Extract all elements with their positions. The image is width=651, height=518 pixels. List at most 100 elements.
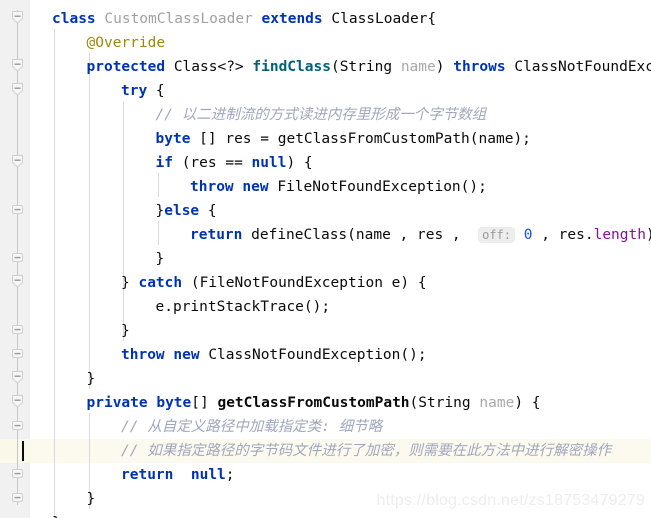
code-token-kw: throw: [121, 347, 165, 363]
fold-marker-catch-end[interactable]: [10, 322, 25, 337]
code-token-comment: // 以二进制流的方式读进内存里形成一个字节数组: [155, 107, 487, 123]
code-token-plain: ();: [400, 347, 427, 363]
code-token-comment: // 如果指定路径的字节码文件进行了加密，则需要在此方法中进行解密操作: [121, 443, 612, 459]
code-token-cls: FileNotFoundException: [199, 275, 383, 291]
code-token-plain: }: [86, 491, 96, 507]
fold-marker-class-end[interactable]: [10, 490, 25, 505]
fold-marker-method-end[interactable]: [10, 346, 25, 361]
code-line[interactable]: private byte[] getClassFromCustomPath(St…: [31, 391, 651, 415]
fold-marker-method-getclass[interactable]: [10, 370, 25, 385]
code-token-plain: ) {: [514, 395, 541, 411]
code-token-kw: null: [190, 467, 226, 483]
code-line[interactable]: protected Class<?> findClass(String name…: [31, 55, 651, 79]
code-token-kw: private: [86, 395, 148, 411]
code-line[interactable]: return null;: [31, 463, 651, 487]
code-token-plain: ): [435, 59, 454, 75]
code-token-plain: (name);: [469, 131, 531, 147]
code-line[interactable]: byte [] res = getClassFromCustomPath(nam…: [31, 127, 651, 151]
inlay-hint-value: 0: [515, 227, 533, 243]
fold-marker-return-block[interactable]: [10, 466, 25, 481]
code-token-mcall: defineClass: [251, 227, 348, 243]
fold-marker-block-end[interactable]: [10, 250, 25, 265]
fold-marker-comment-block[interactable]: [10, 394, 25, 409]
code-token-kw: else: [164, 203, 200, 219]
code-line[interactable]: }: [31, 511, 651, 518]
code-token-kw: return: [190, 227, 243, 243]
code-token-cls: ClassNotFoundException: [208, 347, 401, 363]
code-token-kw: class: [52, 11, 96, 27]
code-token-plain: }: [121, 323, 130, 339]
inlay-hint-label: off:: [478, 227, 516, 243]
code-line[interactable]: return defineClass(name , res , off: 0 ,…: [31, 223, 651, 247]
code-token-plain: (: [182, 275, 200, 291]
code-token-param: name: [400, 59, 436, 75]
code-text-area[interactable]: class CustomClassLoader extends ClassLoa…: [31, 0, 651, 518]
code-token-plain: }: [86, 371, 96, 387]
code-token-cls: ClassLoader: [331, 11, 428, 27]
code-token-kw: throws: [453, 59, 506, 75]
code-token-mcall: printStackTrace: [172, 299, 304, 315]
fold-marker-else[interactable]: [10, 202, 25, 217]
code-token-kw: return: [121, 467, 174, 483]
code-line[interactable]: e.printStackTrace();: [31, 295, 651, 319]
code-token-kw: new: [242, 179, 269, 195]
code-token-kw: catch: [138, 275, 183, 291]
csdn-watermark: https://blog.csdn.net/zs18753479279: [376, 492, 645, 509]
fold-marker-try[interactable]: [10, 82, 25, 97]
inlay-parameter-hint: off: 0: [478, 227, 532, 243]
code-token-plain: e) {: [382, 275, 427, 291]
text-caret: [22, 441, 24, 461]
code-token-plain: (: [330, 59, 340, 75]
code-editor[interactable]: class CustomClassLoader extends ClassLoa…: [0, 0, 651, 518]
code-token-plain: ;: [225, 467, 235, 483]
fold-marker-if[interactable]: [10, 154, 25, 169]
code-line[interactable]: }: [31, 319, 651, 343]
code-line[interactable]: throw new FileNotFoundException();: [31, 175, 651, 199]
code-token-kw: new: [173, 347, 200, 363]
code-line[interactable]: }else {: [31, 199, 651, 223]
code-line[interactable]: try {: [31, 79, 651, 103]
code-token-field: length: [593, 227, 646, 243]
code-token-plain: }: [155, 203, 165, 219]
fold-marker-method-findclass[interactable]: [10, 58, 25, 73]
code-line[interactable]: } catch (FileNotFoundException e) {: [31, 271, 651, 295]
code-token-plain: {: [427, 11, 437, 27]
code-token-plain: }: [155, 251, 165, 267]
code-line[interactable]: @Override: [31, 31, 651, 55]
code-token-kw: try: [121, 83, 148, 99]
code-line[interactable]: // 以二进制流的方式读进内存里形成一个字节数组: [31, 103, 651, 127]
code-token-kw: protected: [86, 59, 166, 75]
code-token-plain: );: [646, 227, 651, 243]
code-line[interactable]: // 如果指定路径的字节码文件进行了加密，则需要在此方法中进行解密操作: [31, 439, 651, 463]
code-line[interactable]: if (res == null) {: [31, 151, 651, 175]
code-token-plain: (name , res ,: [347, 227, 479, 243]
code-token-kw: byte: [155, 131, 191, 147]
code-line[interactable]: throw new ClassNotFoundException();: [31, 343, 651, 367]
code-line[interactable]: }: [31, 247, 651, 271]
current-line-gutter-highlight: [0, 439, 31, 463]
code-token-plain: ) {: [286, 155, 313, 171]
code-line[interactable]: }: [31, 367, 651, 391]
fold-marker-catch[interactable]: [10, 274, 25, 289]
code-token-plain: }: [121, 275, 139, 291]
code-token-kw: extends: [261, 11, 323, 27]
code-line[interactable]: class CustomClassLoader extends ClassLoa…: [31, 7, 651, 31]
code-token-plain: {: [147, 83, 165, 99]
code-token-cls: String: [418, 395, 471, 411]
fold-marker-current-line[interactable]: [10, 418, 25, 433]
fold-marker-class[interactable]: [10, 10, 25, 25]
code-token-kw: byte: [156, 395, 192, 411]
code-token-cls: Class<?>: [173, 59, 244, 75]
code-token-plain: e.: [155, 299, 173, 315]
code-token-plain: ();: [303, 299, 331, 315]
code-line[interactable]: // 从自定义路径中加载指定类: 细节略: [31, 415, 651, 439]
code-token-plain: ();: [460, 179, 487, 195]
code-token-kw: null: [251, 155, 287, 171]
code-token-kw: throw: [190, 179, 234, 195]
code-token-mcall: getClassFromCustomPath: [277, 131, 470, 147]
